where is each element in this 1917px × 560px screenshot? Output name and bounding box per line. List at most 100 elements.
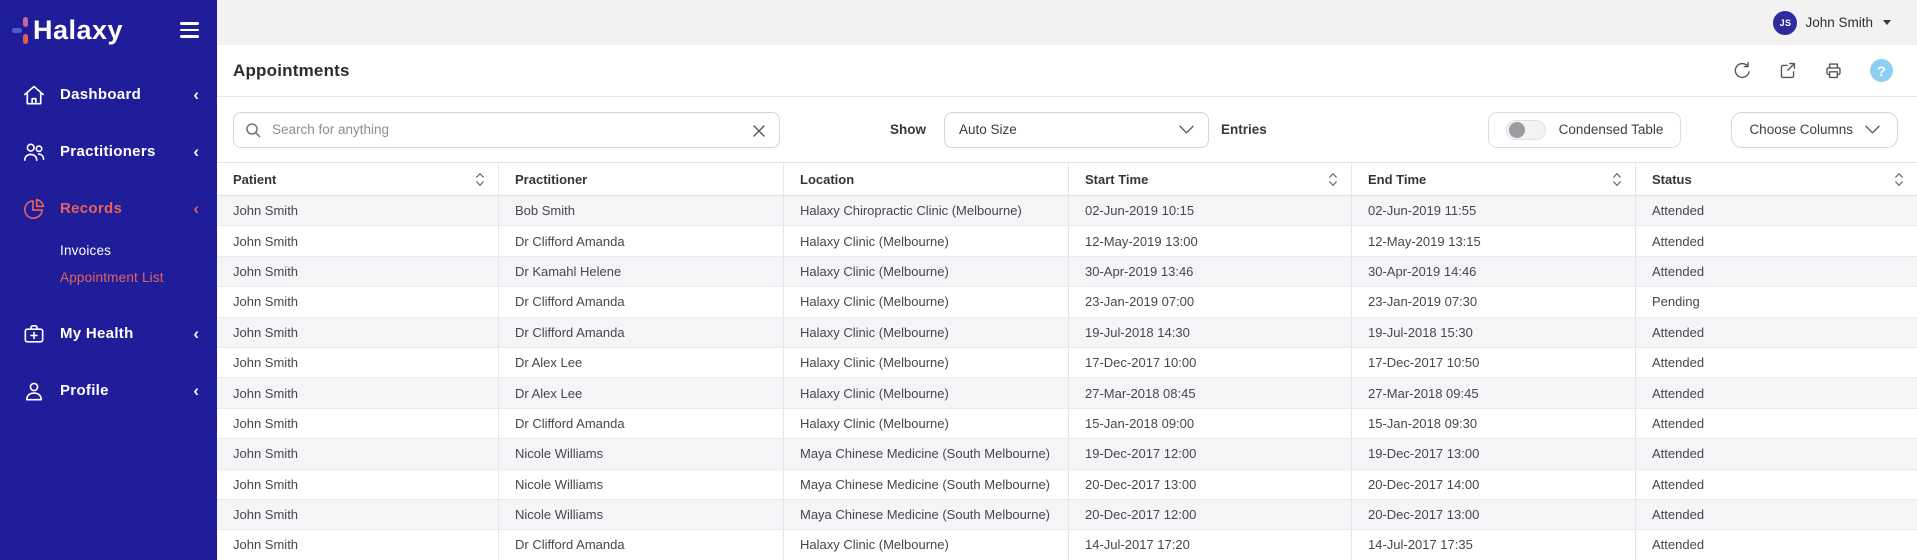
cell-practitioner: Dr Alex Lee [499,378,784,407]
cell-practitioner: Dr Clifford Amanda [499,287,784,316]
menu-icon[interactable] [180,18,199,41]
user-menu[interactable]: JS John Smith [1773,11,1891,35]
cell-start-time: 20-Dec-2017 13:00 [1069,470,1352,499]
cell-location: Halaxy Clinic (Melbourne) [784,226,1069,255]
avatar: JS [1773,11,1797,35]
table-row[interactable]: John SmithNicole WilliamsMaya Chinese Me… [217,470,1917,500]
show-label: Show [890,122,926,137]
cell-practitioner: Dr Clifford Amanda [499,226,784,255]
cell-end-time: 23-Jan-2019 07:30 [1352,287,1636,316]
column-header-status[interactable]: Status [1636,163,1917,195]
cell-end-time: 14-Jul-2017 17:35 [1352,530,1636,559]
sidebar-header: Halaxy [0,0,217,48]
sidebar-subnav: InvoicesAppointment List [0,237,217,305]
sidebar-nav: Dashboard‹Practitioners‹Records‹Invoices… [0,66,217,419]
logo-text: Halaxy [33,15,123,46]
sort-icon[interactable] [1894,172,1904,187]
column-label: End Time [1368,172,1426,187]
table-row[interactable]: John SmithDr Clifford AmandaHalaxy Clini… [217,318,1917,348]
cell-practitioner: Nicole Williams [499,470,784,499]
sidebar-item-label: Dashboard [60,86,193,103]
condensed-table-button[interactable]: Condensed Table [1488,112,1682,148]
cell-patient: John Smith [217,196,499,225]
main-area: JS John Smith Appointments ? [217,0,1917,560]
cell-practitioner: Dr Kamahl Helene [499,257,784,286]
cell-practitioner: Dr Clifford Amanda [499,530,784,559]
sidebar-item-label: My Health [60,325,193,342]
table-row[interactable]: John SmithDr Alex LeeHalaxy Clinic (Melb… [217,378,1917,408]
cell-end-time: 20-Dec-2017 14:00 [1352,470,1636,499]
sort-icon[interactable] [1612,172,1622,187]
table-row[interactable]: John SmithDr Kamahl HeleneHalaxy Clinic … [217,257,1917,287]
sidebar-item-profile[interactable]: Profile‹ [0,362,217,419]
cell-location: Halaxy Clinic (Melbourne) [784,348,1069,377]
export-icon[interactable] [1778,61,1797,80]
table-row[interactable]: John SmithBob SmithHalaxy Chiropractic C… [217,196,1917,226]
search-box [233,112,780,148]
cell-patient: John Smith [217,257,499,286]
table-row[interactable]: John SmithDr Clifford AmandaHalaxy Clini… [217,409,1917,439]
appointments-table: Patient PractitionerLocationStart Time End… [217,162,1917,560]
cell-location: Halaxy Clinic (Melbourne) [784,257,1069,286]
chevron-left-icon[interactable]: ‹ [193,200,199,217]
column-header-patient[interactable]: Patient [217,163,499,195]
chevron-down-icon [1865,122,1880,137]
cell-location: Maya Chinese Medicine (South Melbourne) [784,500,1069,529]
cell-patient: John Smith [217,500,499,529]
column-header-practitioner[interactable]: Practitioner [499,163,784,195]
cell-location: Maya Chinese Medicine (South Melbourne) [784,470,1069,499]
clear-search-icon[interactable] [753,124,765,142]
show-group: Show Auto Size Entries [890,112,1267,148]
cell-location: Halaxy Clinic (Melbourne) [784,409,1069,438]
sidebar-subitem-appointment-list[interactable]: Appointment List [60,264,217,291]
caret-down-icon [1883,20,1891,25]
cell-status: Attended [1636,257,1917,286]
cell-practitioner: Nicole Williams [499,500,784,529]
chevron-left-icon[interactable]: ‹ [193,382,199,399]
column-label: Patient [233,172,276,187]
page-size-value: Auto Size [959,122,1179,137]
cell-patient: John Smith [217,348,499,377]
print-icon[interactable] [1824,61,1843,80]
table-header: Patient PractitionerLocationStart Time End… [217,163,1917,196]
app-window: Halaxy Dashboard‹Practitioners‹Records‹I… [0,0,1917,560]
page-size-select[interactable]: Auto Size [944,112,1209,148]
table-row[interactable]: John SmithDr Clifford AmandaHalaxy Clini… [217,287,1917,317]
cell-start-time: 27-Mar-2018 08:45 [1069,378,1352,407]
cell-end-time: 30-Apr-2019 14:46 [1352,257,1636,286]
cell-status: Attended [1636,348,1917,377]
help-icon[interactable]: ? [1870,59,1893,82]
column-header-start-time[interactable]: Start Time [1069,163,1352,195]
cell-start-time: 14-Jul-2017 17:20 [1069,530,1352,559]
table-row[interactable]: John SmithDr Clifford AmandaHalaxy Clini… [217,530,1917,560]
sort-icon[interactable] [475,172,485,187]
table-row[interactable]: John SmithDr Alex LeeHalaxy Clinic (Melb… [217,348,1917,378]
cell-location: Halaxy Clinic (Melbourne) [784,530,1069,559]
chevron-left-icon[interactable]: ‹ [193,86,199,103]
halaxy-logo[interactable]: Halaxy [12,14,123,46]
sidebar-item-records[interactable]: Records‹ [0,180,217,237]
condensed-toggle[interactable] [1506,120,1546,140]
column-header-end-time[interactable]: End Time [1352,163,1636,195]
sidebar-item-my-health[interactable]: My Health‹ [0,305,217,362]
table-row[interactable]: John SmithDr Clifford AmandaHalaxy Clini… [217,226,1917,256]
cell-location: Halaxy Clinic (Melbourne) [784,378,1069,407]
sidebar-subitem-invoices[interactable]: Invoices [60,237,217,264]
cell-end-time: 02-Jun-2019 11:55 [1352,196,1636,225]
choose-columns-button[interactable]: Choose Columns [1731,112,1898,148]
sidebar-item-label: Records [60,200,193,217]
sidebar-item-practitioners[interactable]: Practitioners‹ [0,123,217,180]
cell-patient: John Smith [217,409,499,438]
refresh-icon[interactable] [1732,61,1751,80]
cell-start-time: 19-Dec-2017 12:00 [1069,439,1352,468]
search-input[interactable] [233,112,780,148]
chevron-left-icon[interactable]: ‹ [193,143,199,160]
table-row[interactable]: John SmithNicole WilliamsMaya Chinese Me… [217,439,1917,469]
chevron-left-icon[interactable]: ‹ [193,325,199,342]
column-header-location[interactable]: Location [784,163,1069,195]
title-row: Appointments ? [217,45,1917,97]
sort-icon[interactable] [1328,172,1338,187]
sidebar-item-dashboard[interactable]: Dashboard‹ [0,66,217,123]
table-row[interactable]: John SmithNicole WilliamsMaya Chinese Me… [217,500,1917,530]
cell-status: Attended [1636,500,1917,529]
